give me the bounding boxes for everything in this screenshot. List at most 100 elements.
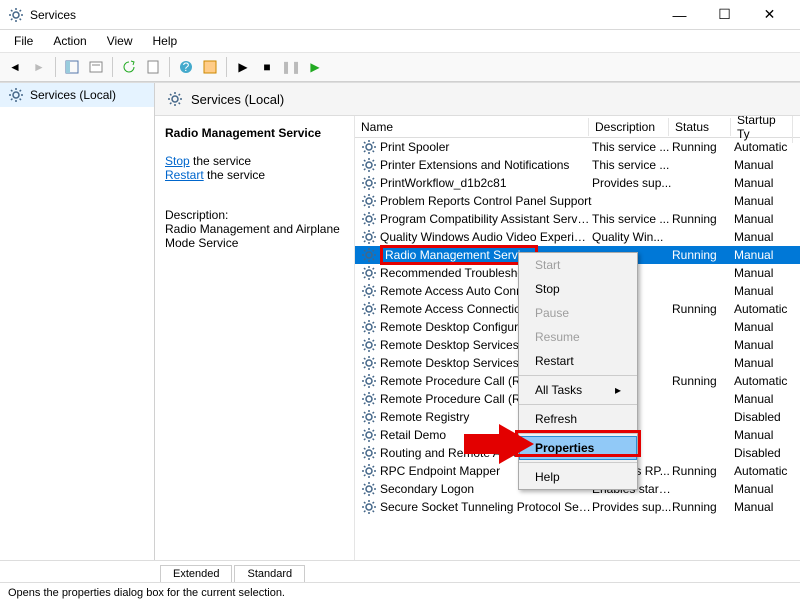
svc-startup: Manual <box>734 158 796 172</box>
service-row[interactable]: Program Compatibility Assistant ServiceT… <box>355 210 800 228</box>
gear-icon <box>361 301 377 317</box>
service-row[interactable]: Quality Windows Audio Video Experien...Q… <box>355 228 800 246</box>
main: Services (Local) Services (Local) Radio … <box>0 82 800 560</box>
svc-name: Problem Reports Control Panel Support <box>380 194 592 208</box>
ctx-properties[interactable]: Properties <box>519 436 637 460</box>
svc-desc: Quality Win... <box>592 230 672 244</box>
play-button[interactable]: ▶ <box>232 56 254 78</box>
gear-icon <box>361 445 377 461</box>
col-status[interactable]: Status <box>669 118 731 136</box>
gear-icon <box>361 157 377 173</box>
svc-startup: Automatic <box>734 140 796 154</box>
stop-link[interactable]: Stop <box>165 154 190 168</box>
gear-icon <box>361 193 377 209</box>
gear-icon <box>8 87 24 103</box>
tab-standard[interactable]: Standard <box>234 565 305 582</box>
ctx-help[interactable]: Help <box>519 465 637 489</box>
ctx-resume: Resume <box>519 325 637 349</box>
action-button[interactable] <box>199 56 221 78</box>
context-menu: Start Stop Pause Resume Restart All Task… <box>518 252 638 490</box>
forward-button[interactable]: ► <box>28 56 50 78</box>
svc-name: Program Compatibility Assistant Service <box>380 212 592 226</box>
close-button[interactable]: ✕ <box>747 1 792 29</box>
svc-name: PrintWorkflow_d1b2c81 <box>380 176 592 190</box>
svc-desc: Provides sup... <box>592 500 672 514</box>
svc-desc: This service ... <box>592 158 672 172</box>
gear-icon <box>361 481 377 497</box>
svc-startup: Disabled <box>734 410 796 424</box>
restart-link[interactable]: Restart <box>165 168 204 182</box>
svc-name: Secure Socket Tunneling Protocol Service <box>380 500 592 514</box>
minimize-button[interactable]: — <box>657 1 702 29</box>
svc-startup: Manual <box>734 500 796 514</box>
ctx-refresh[interactable]: Refresh <box>519 407 637 431</box>
pause-button[interactable]: ❚❚ <box>280 56 302 78</box>
service-row[interactable]: Problem Reports Control Panel SupportMan… <box>355 192 800 210</box>
svc-startup: Manual <box>734 338 796 352</box>
svc-startup: Automatic <box>734 374 796 388</box>
col-name[interactable]: Name <box>355 118 589 136</box>
service-row[interactable]: PrintWorkflow_d1b2c81Provides sup...Manu… <box>355 174 800 192</box>
col-desc[interactable]: Description <box>589 118 669 136</box>
maximize-button[interactable]: ☐ <box>702 1 747 29</box>
menu-help[interactable]: Help <box>145 32 186 50</box>
svc-name: Printer Extensions and Notifications <box>380 158 592 172</box>
svc-status: Running <box>672 302 734 316</box>
statusbar: Opens the properties dialog box for the … <box>0 582 800 604</box>
gear-icon <box>361 319 377 335</box>
stop-button[interactable]: ■ <box>256 56 278 78</box>
show-hide-button[interactable] <box>61 56 83 78</box>
svc-startup: Manual <box>734 392 796 406</box>
svc-startup: Automatic <box>734 302 796 316</box>
gear-icon <box>361 409 377 425</box>
gear-icon <box>361 247 377 263</box>
service-row[interactable]: Print SpoolerThis service ...RunningAuto… <box>355 138 800 156</box>
svc-desc: This service ... <box>592 140 672 154</box>
service-row[interactable]: Secure Socket Tunneling Protocol Service… <box>355 498 800 516</box>
gear-icon <box>361 211 377 227</box>
svc-startup: Manual <box>734 212 796 226</box>
ctx-stop[interactable]: Stop <box>519 277 637 301</box>
restart-button[interactable]: ▶ <box>304 56 326 78</box>
service-row[interactable]: Printer Extensions and NotificationsThis… <box>355 156 800 174</box>
svc-startup: Manual <box>734 176 796 190</box>
gear-icon <box>361 229 377 245</box>
tree-root[interactable]: Services (Local) <box>0 83 154 107</box>
properties-button[interactable] <box>85 56 107 78</box>
toolbar: ◄ ► ? ▶ ■ ❚❚ ▶ <box>0 52 800 82</box>
gear-icon <box>361 337 377 353</box>
gear-icon <box>361 463 377 479</box>
svc-startup: Disabled <box>734 446 796 460</box>
menu-view[interactable]: View <box>99 32 141 50</box>
selected-service-name: Radio Management Service <box>165 126 344 140</box>
ctx-alltasks[interactable]: All Tasks▸ <box>519 378 637 402</box>
view-tabs: Extended Standard <box>0 560 800 582</box>
svc-startup: Manual <box>734 284 796 298</box>
svc-status: Running <box>672 374 734 388</box>
detail-pane: Radio Management Service Stop the servic… <box>155 116 355 560</box>
services-icon <box>8 7 24 23</box>
svc-startup: Manual <box>734 356 796 370</box>
ctx-pause: Pause <box>519 301 637 325</box>
refresh-button[interactable] <box>118 56 140 78</box>
svc-startup: Manual <box>734 248 796 262</box>
ctx-restart[interactable]: Restart <box>519 349 637 373</box>
export-button[interactable] <box>142 56 164 78</box>
gear-icon <box>361 265 377 281</box>
tree-pane: Services (Local) <box>0 83 155 560</box>
gear-icon <box>361 391 377 407</box>
menu-file[interactable]: File <box>6 32 41 50</box>
tab-extended[interactable]: Extended <box>160 565 232 582</box>
menu-action[interactable]: Action <box>45 32 94 50</box>
titlebar: Services — ☐ ✕ <box>0 0 800 30</box>
gear-icon <box>361 175 377 191</box>
col-startup[interactable]: Startup Ty <box>731 116 793 143</box>
back-button[interactable]: ◄ <box>4 56 26 78</box>
gear-icon <box>361 139 377 155</box>
gear-icon <box>361 283 377 299</box>
svc-desc: This service ... <box>592 212 672 226</box>
svg-text:?: ? <box>183 60 190 74</box>
svc-startup: Automatic <box>734 464 796 478</box>
help-button[interactable]: ? <box>175 56 197 78</box>
gear-icon <box>167 91 183 107</box>
